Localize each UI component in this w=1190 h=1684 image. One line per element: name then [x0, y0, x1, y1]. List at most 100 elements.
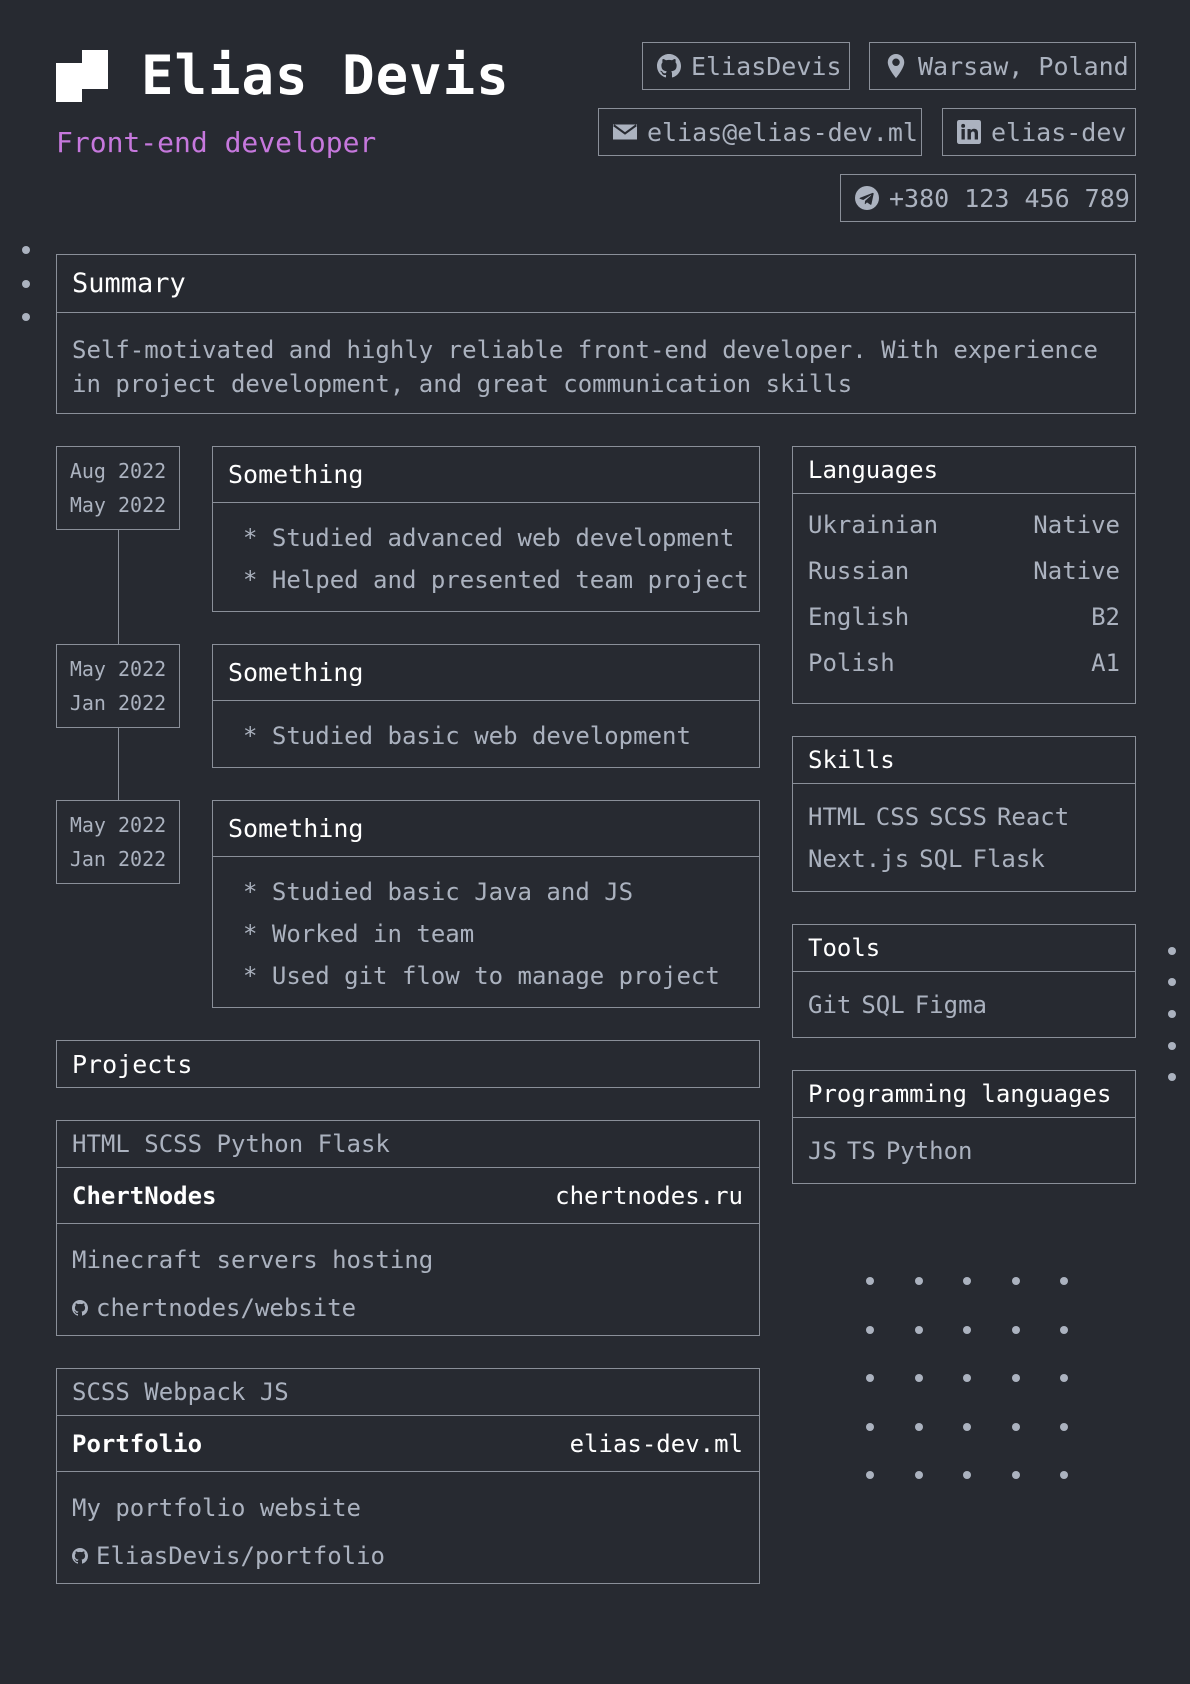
- project-name: Portfolio: [72, 1429, 203, 1458]
- decor-dot: [914, 1277, 923, 1285]
- experience-title: Something: [213, 645, 759, 701]
- github-icon: [72, 1548, 88, 1564]
- summary-line: Self-motivated and highly reliable front…: [72, 336, 1098, 364]
- languages-list: Ukrainian Native Russian Native English B2 …: [793, 494, 1135, 686]
- person-name: Elias Devis: [141, 44, 510, 107]
- language-name: Ukrainian: [808, 511, 939, 539]
- decor-dot: [22, 246, 30, 254]
- decor-dot: [963, 1422, 971, 1431]
- experience-bullets: * Studied basic Java and JS * Worked in …: [213, 857, 759, 997]
- programming-language-tag: Python: [885, 1137, 973, 1165]
- linkedin-contact[interactable]: elias-dev: [942, 108, 1136, 156]
- location-text: Warsaw, Poland: [918, 51, 1129, 81]
- experience-item: Something * Studied advanced web develop…: [212, 446, 760, 612]
- languages-title: Languages: [793, 447, 1135, 494]
- experience-bullet: * Helped and presented team project: [243, 566, 749, 594]
- github-icon: [657, 54, 681, 78]
- project-description: My portfolio website: [72, 1494, 361, 1522]
- linkedin-handle: elias-dev: [991, 117, 1127, 147]
- phone-number: +380 123 456 789: [889, 183, 1130, 213]
- date-start: Jan 2022: [69, 847, 167, 871]
- project-body: My portfolio website EliasDevis/portfoli…: [57, 1472, 759, 1580]
- skills-list: HTML CSS SCSS React Next.js SQL Flask: [793, 784, 1135, 880]
- language-level: A1: [1091, 649, 1120, 677]
- decor-dot: [1060, 1471, 1068, 1479]
- decor-dot: [866, 1277, 874, 1285]
- github-contact[interactable]: EliasDevis: [642, 42, 850, 90]
- decor-dot: [22, 280, 30, 288]
- decor-dot: [1168, 1010, 1176, 1018]
- project-repo-link[interactable]: EliasDevis/portfolio: [72, 1532, 744, 1580]
- experience-title: Something: [213, 801, 759, 857]
- decor-dot: [1168, 978, 1176, 986]
- decor-dot: [914, 1422, 923, 1431]
- date-start: Jan 2022: [69, 691, 167, 715]
- project-repo-link[interactable]: chertnodes/website: [72, 1284, 744, 1332]
- decor-dot: [1011, 1422, 1020, 1431]
- decor-dot: [22, 313, 30, 321]
- project-repo: EliasDevis/portfolio: [96, 1542, 385, 1570]
- experience-bullet: * Studied basic web development: [243, 722, 691, 750]
- decor-dot: [866, 1471, 874, 1479]
- decor-dot: [1168, 1042, 1176, 1050]
- skills-title: Skills: [793, 737, 1135, 784]
- projects-title: Projects: [56, 1040, 760, 1088]
- programming-languages-title: Programming languages: [793, 1071, 1135, 1118]
- date-start: May 2022: [69, 493, 167, 517]
- tools-list: Git SQL Figma: [793, 972, 1135, 1026]
- date-end: Aug 2022: [69, 459, 167, 483]
- date-end: May 2022: [69, 813, 167, 837]
- project-name: ChertNodes: [72, 1181, 217, 1210]
- project-link[interactable]: chertnodes.ru: [555, 1182, 743, 1210]
- project-card: SCSS Webpack JS Portfolio elias-dev.ml M…: [56, 1368, 760, 1584]
- language-row: English B2: [808, 594, 1120, 640]
- telegram-icon: [855, 186, 879, 210]
- decor-dot: [963, 1374, 971, 1382]
- logo: [56, 50, 108, 102]
- language-level: Native: [1033, 557, 1120, 585]
- experience-item: Something * Studied basic web developmen…: [212, 644, 760, 768]
- tool-tag: Git: [808, 991, 852, 1019]
- language-row: Russian Native: [808, 548, 1120, 594]
- experience-bullet: * Studied advanced web development: [243, 524, 735, 552]
- experience-bullet: * Used git flow to manage project: [243, 962, 720, 990]
- tool-tag: Figma: [914, 991, 987, 1019]
- decor-dot: [1060, 1422, 1068, 1431]
- decor-dot: [1168, 1073, 1176, 1081]
- experience-bullets: * Studied advanced web development * Hel…: [213, 503, 759, 601]
- programming-language-tag: JS: [808, 1137, 837, 1165]
- language-row: Polish A1: [808, 640, 1120, 686]
- project-description: Minecraft servers hosting: [72, 1246, 434, 1274]
- language-name: English: [808, 603, 910, 631]
- experience-bullets: * Studied basic web development: [213, 701, 759, 757]
- language-level: B2: [1091, 603, 1120, 631]
- skill-tag: SQL: [919, 845, 963, 873]
- decor-dot: [866, 1422, 874, 1431]
- decor-dot: [1060, 1374, 1068, 1382]
- programming-languages-list: JS TS Python: [793, 1118, 1135, 1172]
- experience-date: Aug 2022 May 2022: [56, 446, 180, 530]
- tools-section: Tools Git SQL Figma: [792, 924, 1136, 1038]
- github-icon: [72, 1300, 88, 1316]
- project-tags: HTML SCSS Python Flask: [57, 1121, 759, 1168]
- project-card: HTML SCSS Python Flask ChertNodes chertn…: [56, 1120, 760, 1336]
- envelope-icon: [613, 124, 637, 140]
- decor-dot: [1011, 1277, 1020, 1285]
- email-contact[interactable]: elias@elias-dev.ml: [598, 108, 922, 156]
- decor-dot: [963, 1471, 971, 1479]
- language-level: Native: [1033, 511, 1120, 539]
- project-body: Minecraft servers hosting chertnodes/web…: [57, 1224, 759, 1332]
- decor-dot: [866, 1325, 874, 1334]
- skill-tag: HTML: [808, 803, 866, 831]
- decor-dot: [914, 1325, 923, 1334]
- phone-contact[interactable]: +380 123 456 789: [840, 174, 1136, 222]
- project-header: ChertNodes chertnodes.ru: [57, 1168, 759, 1224]
- location-contact: Warsaw, Poland: [869, 42, 1136, 90]
- skill-tag: CSS: [875, 803, 920, 831]
- skill-tag: Next.js: [808, 845, 910, 873]
- date-end: May 2022: [69, 657, 167, 681]
- experience-date: May 2022 Jan 2022: [56, 800, 180, 884]
- summary-line: in project development, and great commun…: [72, 370, 853, 398]
- project-link[interactable]: elias-dev.ml: [570, 1430, 743, 1458]
- linkedin-icon: [957, 120, 981, 144]
